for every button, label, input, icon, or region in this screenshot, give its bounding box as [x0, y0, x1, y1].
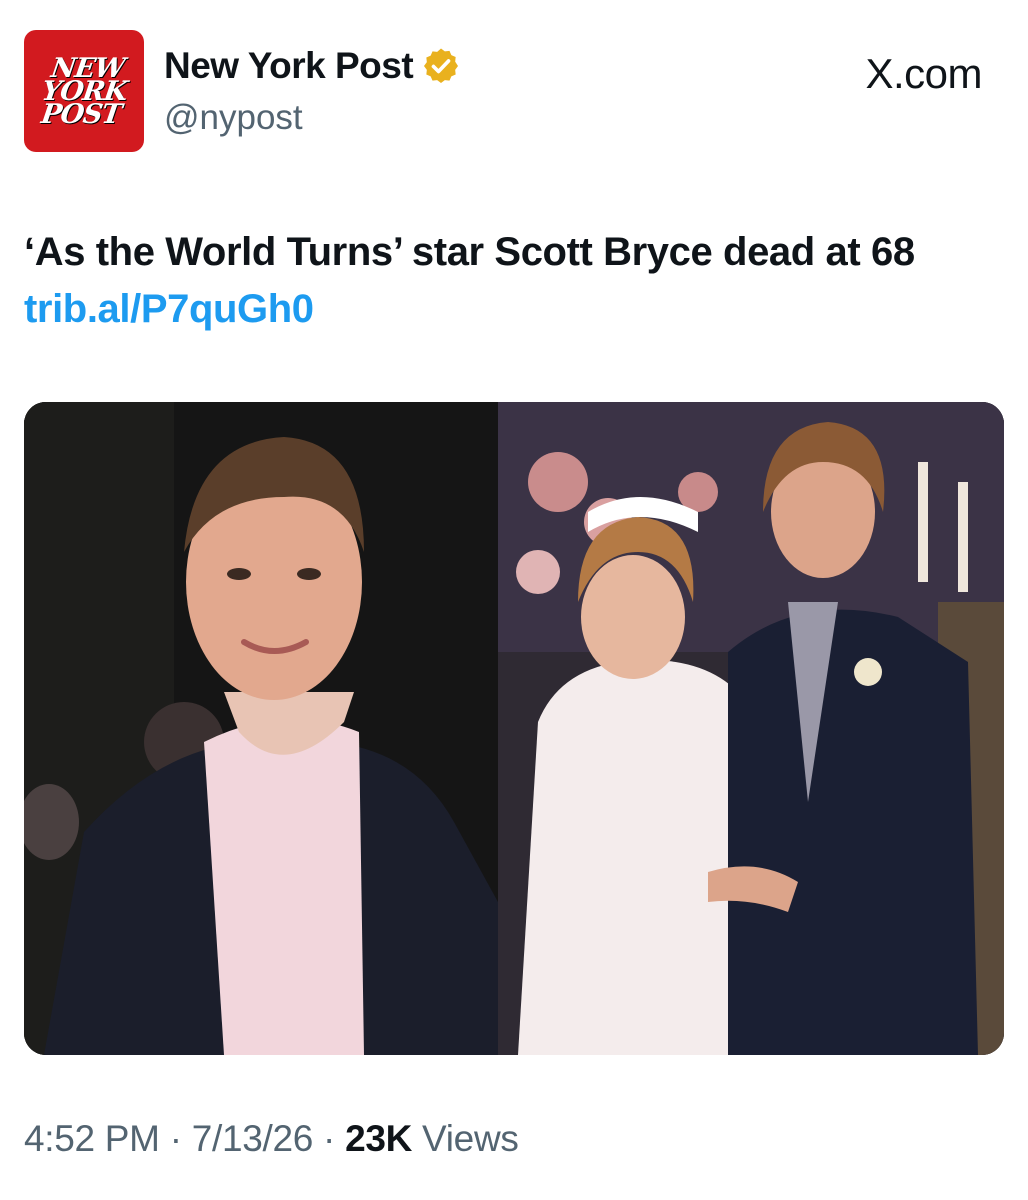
- tweet-link[interactable]: trib.al/P7quGh0: [24, 287, 314, 331]
- verified-badge-icon: [424, 48, 459, 83]
- meta-separator: ·: [169, 1118, 182, 1159]
- logo-line-3: POST: [38, 98, 123, 130]
- wedding-illustration: [498, 402, 1004, 1055]
- tweet-body: ‘As the World Turns’ star Scott Bryce de…: [24, 230, 915, 274]
- photo-wedding-scene[interactable]: [498, 402, 1004, 1055]
- photo-scott-bryce-portrait[interactable]: [24, 402, 498, 1055]
- tweet-meta: 4:52 PM · 7/13/26 · 23K Views: [24, 1118, 519, 1160]
- nypost-logo: NEW YORK POST: [37, 53, 131, 130]
- avatar[interactable]: NEW YORK POST: [24, 30, 144, 152]
- meta-separator: ·: [323, 1118, 336, 1159]
- tweet-header: NEW YORK POST New York Post @nypost X.co…: [24, 30, 1004, 154]
- views-count: 23K: [345, 1118, 413, 1159]
- tweet-media[interactable]: [24, 402, 1004, 1055]
- site-label: X.com: [865, 50, 982, 98]
- tweet-date[interactable]: 7/13/26: [192, 1118, 314, 1159]
- display-name[interactable]: New York Post: [164, 45, 414, 87]
- site-label-text: X.com: [865, 50, 982, 97]
- views-label: Views: [422, 1118, 519, 1159]
- portrait-illustration: [24, 402, 498, 1055]
- account-handle[interactable]: @nypost: [164, 98, 303, 138]
- tweet-time[interactable]: 4:52 PM: [24, 1118, 160, 1159]
- name-row: New York Post: [164, 44, 461, 88]
- tweet-text: ‘As the World Turns’ star Scott Bryce de…: [24, 224, 999, 338]
